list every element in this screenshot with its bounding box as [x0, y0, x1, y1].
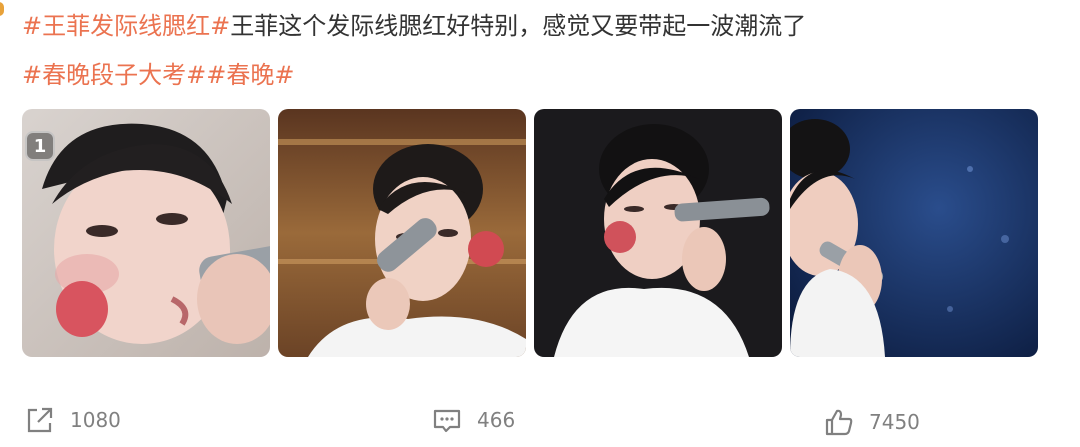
post-text-line-1: #王菲发际线腮红#王菲这个发际线腮红好特别，感觉又要带起一波潮流了 [22, 10, 806, 42]
like-button[interactable]: 7450 [823, 406, 920, 438]
avatar-edge [0, 2, 4, 16]
share-button[interactable]: 1080 [24, 404, 121, 436]
share-icon [24, 404, 56, 436]
photo-3-image [534, 109, 782, 357]
comment-count: 466 [477, 408, 516, 432]
thumbs-up-icon [823, 406, 855, 438]
action-bar: 1080 466 7450 [0, 402, 1080, 442]
hashtag-link[interactable]: #春晚段子大考# [22, 61, 206, 89]
photo-4-image [790, 109, 1038, 357]
image-index-badge: 1 [25, 131, 55, 161]
post-text-line-2: #春晚段子大考##春晚# [22, 59, 294, 91]
photo-thumbnail[interactable] [534, 109, 782, 357]
like-count: 7450 [869, 410, 920, 434]
share-count: 1080 [70, 408, 121, 432]
image-gallery: 1 [22, 109, 1038, 357]
photo-2-image [278, 109, 526, 357]
photo-1-image [22, 109, 270, 357]
hashtag-link[interactable]: #春晚# [206, 61, 294, 89]
photo-thumbnail[interactable] [790, 109, 1038, 357]
photo-thumbnail[interactable] [278, 109, 526, 357]
hashtag-link[interactable]: #王菲发际线腮红# [22, 12, 230, 40]
weibo-post: #王菲发际线腮红#王菲这个发际线腮红好特别，感觉又要带起一波潮流了 #春晚段子大… [0, 0, 1080, 447]
photo-thumbnail[interactable]: 1 [22, 109, 270, 357]
comment-icon [431, 404, 463, 436]
post-body-text: 王菲这个发际线腮红好特别，感觉又要带起一波潮流了 [230, 12, 807, 40]
comment-button[interactable]: 466 [431, 404, 515, 436]
